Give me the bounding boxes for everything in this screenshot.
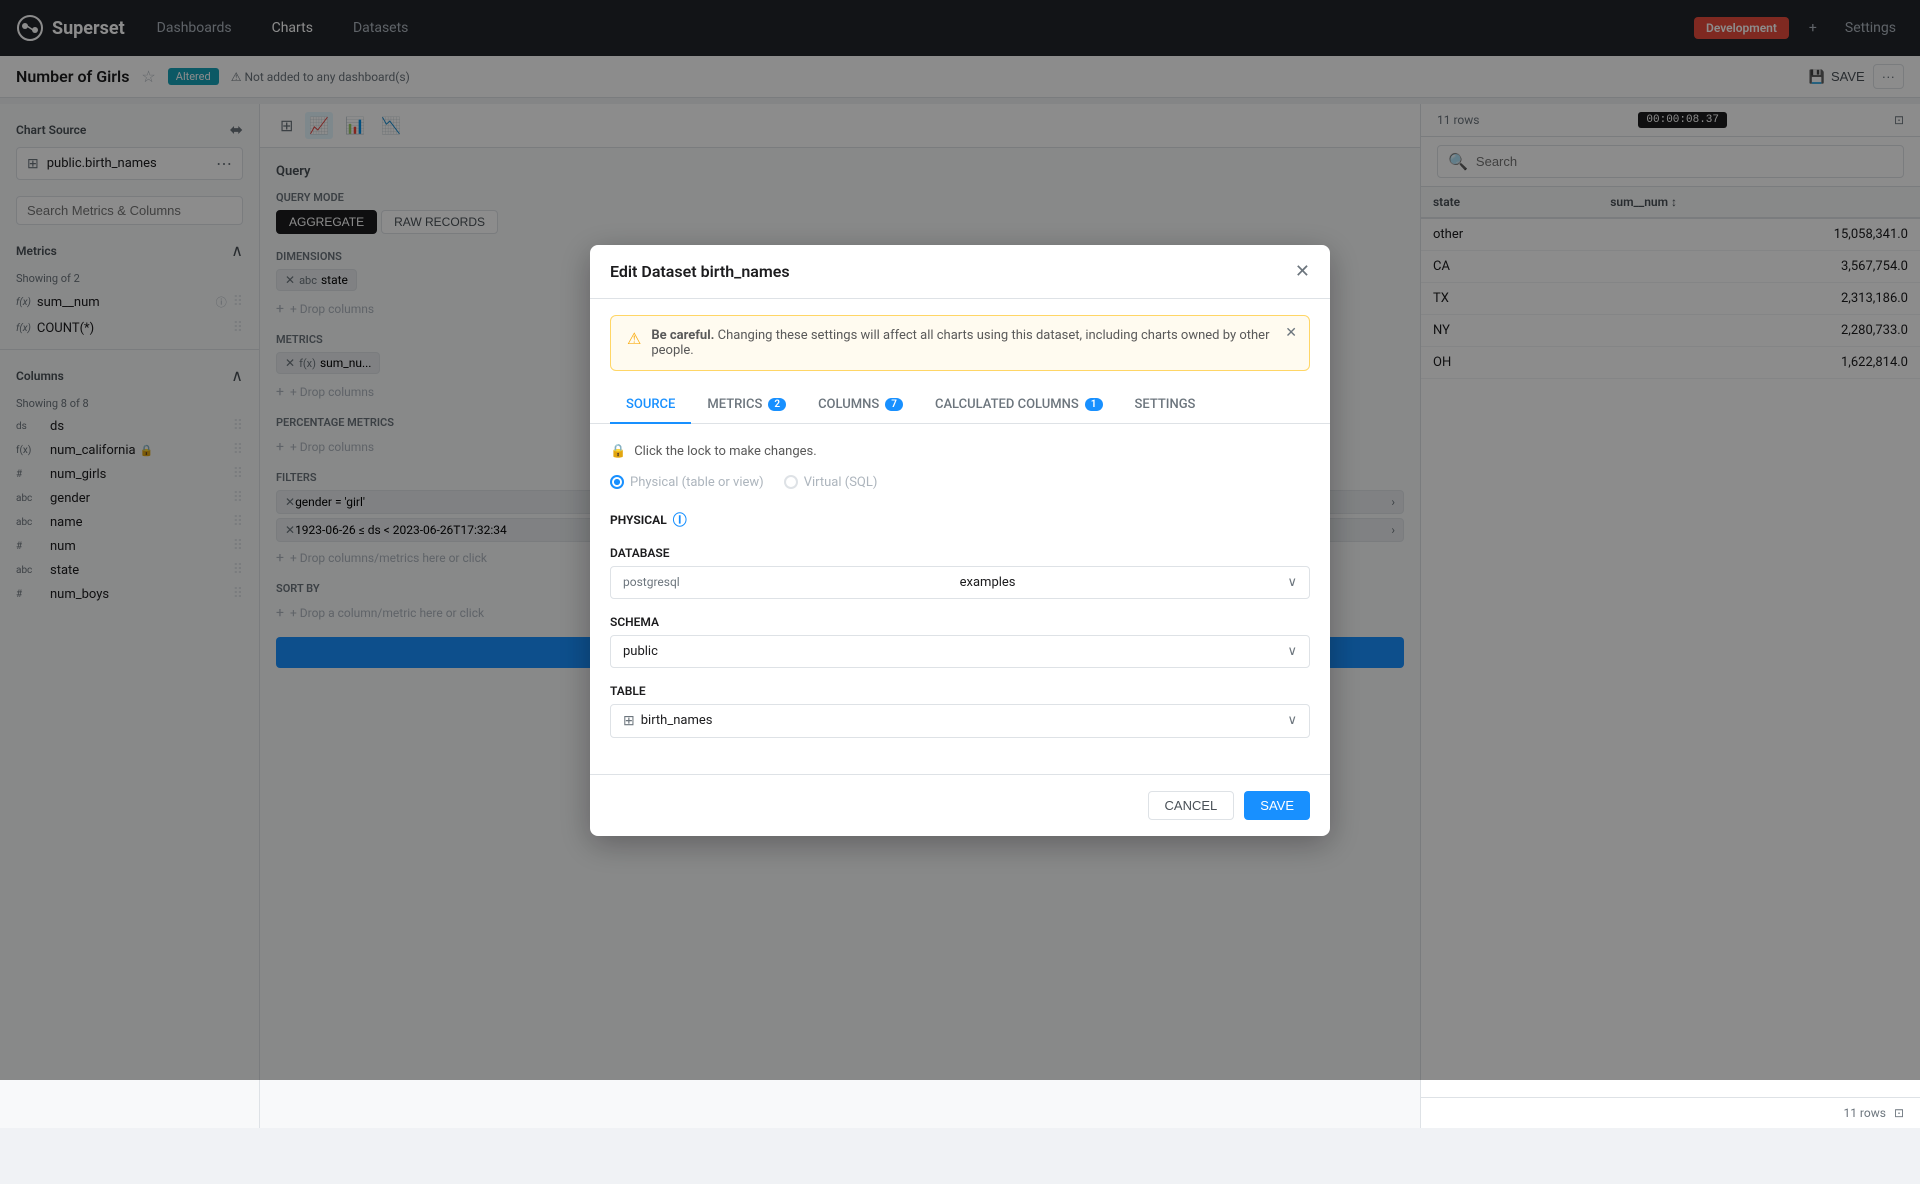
tab-columns-badge: 7 xyxy=(885,398,903,411)
physical-info-icon[interactable]: ⓘ xyxy=(673,510,687,530)
db-prefix: postgresql xyxy=(623,575,680,589)
schema-chevron-icon: ∨ xyxy=(1287,644,1297,659)
warning-close-button[interactable]: ✕ xyxy=(1285,324,1297,341)
table-value: birth_names xyxy=(641,713,1288,728)
modal-dialog: Edit Dataset birth_names ✕ ⚠ Be careful.… xyxy=(590,245,1330,836)
modal-warning: ⚠ Be careful. Changing these settings wi… xyxy=(610,315,1310,371)
tab-metrics[interactable]: METRICS 2 xyxy=(691,387,802,424)
tab-calc-columns-badge: 1 xyxy=(1085,398,1103,411)
footer-rows-count: 11 rows xyxy=(1843,1106,1885,1120)
tab-calculated-columns[interactable]: CALCULATED COLUMNS 1 xyxy=(919,387,1119,424)
cancel-button[interactable]: CANCEL xyxy=(1148,791,1235,820)
physical-section: PHYSICAL ⓘ DATABASE postgresql examples … xyxy=(610,510,1310,738)
database-label: DATABASE xyxy=(610,546,1310,560)
table-group: TABLE ⊞ birth_names ∨ xyxy=(610,684,1310,738)
tab-metrics-badge: 2 xyxy=(768,398,786,411)
table-icon-select: ⊞ xyxy=(623,713,635,729)
schema-label: SCHEMA xyxy=(610,615,1310,629)
modal-save-button[interactable]: SAVE xyxy=(1244,791,1310,820)
modal-title: Edit Dataset birth_names xyxy=(610,262,790,281)
warning-text: Be careful. Changing these settings will… xyxy=(651,328,1293,358)
schema-value: public xyxy=(623,644,658,659)
schema-select[interactable]: public ∨ xyxy=(610,635,1310,668)
modal-tabs: SOURCE METRICS 2 COLUMNS 7 CALCULATED CO… xyxy=(590,387,1330,424)
data-footer: 11 rows ⊡ xyxy=(1421,1097,1920,1128)
database-value: examples xyxy=(960,575,1016,590)
modal-footer: CANCEL SAVE xyxy=(590,774,1330,836)
schema-group: SCHEMA public ∨ xyxy=(610,615,1310,668)
lock-icon[interactable]: 🔒 xyxy=(610,444,626,459)
radio-virtual[interactable]: Virtual (SQL) xyxy=(784,475,878,490)
table-select[interactable]: ⊞ birth_names ∨ xyxy=(610,704,1310,738)
modal-overlay[interactable]: Edit Dataset birth_names ✕ ⚠ Be careful.… xyxy=(0,0,1920,1080)
radio-btn-physical xyxy=(610,475,624,489)
footer-collapse-icon[interactable]: ⊡ xyxy=(1894,1106,1904,1120)
database-chevron-icon: ∨ xyxy=(1287,575,1297,590)
warning-icon: ⚠ xyxy=(627,329,641,348)
modal-header: Edit Dataset birth_names ✕ xyxy=(590,245,1330,299)
radio-btn-virtual xyxy=(784,475,798,489)
table-chevron-icon: ∨ xyxy=(1287,713,1297,728)
database-group: DATABASE postgresql examples ∨ xyxy=(610,546,1310,599)
tab-source[interactable]: SOURCE xyxy=(610,387,691,424)
radio-group: Physical (table or view) Virtual (SQL) xyxy=(610,475,1310,490)
modal-body: 🔒 Click the lock to make changes. Physic… xyxy=(590,424,1330,774)
physical-title: PHYSICAL ⓘ xyxy=(610,510,1310,530)
database-select[interactable]: postgresql examples ∨ xyxy=(610,566,1310,599)
table-label: TABLE xyxy=(610,684,1310,698)
modal-close-button[interactable]: ✕ xyxy=(1295,261,1310,282)
tab-settings[interactable]: SETTINGS xyxy=(1119,387,1212,424)
radio-physical[interactable]: Physical (table or view) xyxy=(610,475,764,490)
tab-columns[interactable]: COLUMNS 7 xyxy=(802,387,919,424)
lock-notice: 🔒 Click the lock to make changes. xyxy=(610,444,1310,459)
